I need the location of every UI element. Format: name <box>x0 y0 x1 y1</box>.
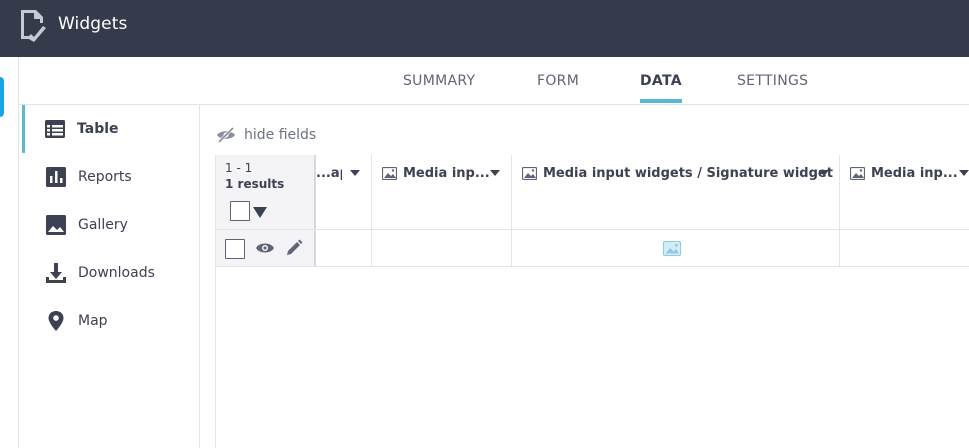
map-pin-icon <box>48 311 64 331</box>
bar-chart-icon <box>46 167 66 187</box>
column-header[interactable]: ...ap... <box>316 155 372 230</box>
results-count: 1 results <box>225 177 285 191</box>
column-header-label: ...ap... <box>316 166 342 181</box>
sidebar-item-label: Map <box>78 313 108 329</box>
tab-form[interactable]: FORM <box>537 73 579 89</box>
column-sort-dropdown[interactable] <box>350 170 360 176</box>
table-icon <box>45 120 65 138</box>
image-icon <box>850 167 865 180</box>
tab-settings[interactable]: SETTINGS <box>737 73 808 89</box>
sidebar-item-label: Gallery <box>78 217 128 233</box>
column-header[interactable]: Media input widgets / Signature widget <box>512 155 840 230</box>
column-sort-dropdown[interactable] <box>819 170 829 176</box>
select-all-checkbox[interactable] <box>230 201 250 221</box>
table-cell <box>372 230 512 267</box>
hide-fields-button[interactable]: hide fields <box>216 124 316 146</box>
column-header-label: Media input widgets / Signature widget <box>543 166 833 181</box>
column-header-label: Media inp... <box>403 166 490 181</box>
sidebar-item-downloads[interactable]: Downloads <box>23 249 199 297</box>
image-icon <box>46 215 66 235</box>
form-document-icon <box>21 10 46 42</box>
row-select-checkbox[interactable] <box>225 239 245 259</box>
image-thumbnail-icon[interactable] <box>663 241 681 256</box>
column-header[interactable]: Media inp... <box>840 155 969 230</box>
table-cell[interactable] <box>512 230 840 267</box>
sidebar-item-map[interactable]: Map <box>23 297 199 345</box>
sidebar-item-reports[interactable]: Reports <box>23 153 199 201</box>
sidebar-item-gallery[interactable]: Gallery <box>23 201 199 249</box>
rail-toggle-button[interactable] <box>0 77 4 117</box>
sidebar-item-label: Downloads <box>78 265 155 281</box>
data-table: 1 - 1 1 results ...ap... Media inp... <box>215 155 969 448</box>
sidebar-item-label: Reports <box>78 169 132 185</box>
divider <box>216 229 316 230</box>
column-sort-dropdown[interactable] <box>490 170 500 176</box>
image-icon <box>522 167 537 180</box>
sidebar-item-label: Table <box>77 121 119 137</box>
app-title: Widgets <box>58 14 128 34</box>
sidebar-item-table[interactable]: Table <box>22 105 198 153</box>
table-cell <box>316 230 372 267</box>
top-bar: Widgets <box>0 0 969 57</box>
table-cell <box>840 230 969 267</box>
bulk-actions-dropdown[interactable] <box>253 207 267 218</box>
table-fixed-column: 1 - 1 1 results <box>216 155 316 267</box>
divider <box>216 266 316 267</box>
pencil-icon[interactable] <box>285 239 303 257</box>
image-icon <box>382 167 397 180</box>
data-sidebar: Table Reports Gallery Downloads Map <box>19 105 200 448</box>
tab-summary[interactable]: SUMMARY <box>403 73 475 89</box>
tab-data[interactable]: DATA <box>640 73 682 103</box>
column-header[interactable]: Media inp... <box>372 155 512 230</box>
eye-slash-icon <box>217 126 235 144</box>
results-range: 1 - 1 <box>225 161 253 175</box>
left-rail <box>0 57 19 448</box>
eye-icon[interactable] <box>255 241 275 255</box>
hide-fields-label: hide fields <box>244 127 317 143</box>
tab-bar: SUMMARY FORM DATA SETTINGS <box>19 57 969 105</box>
column-sort-dropdown[interactable] <box>959 170 969 176</box>
column-header-label: Media inp... <box>871 166 958 181</box>
download-icon <box>46 263 66 283</box>
